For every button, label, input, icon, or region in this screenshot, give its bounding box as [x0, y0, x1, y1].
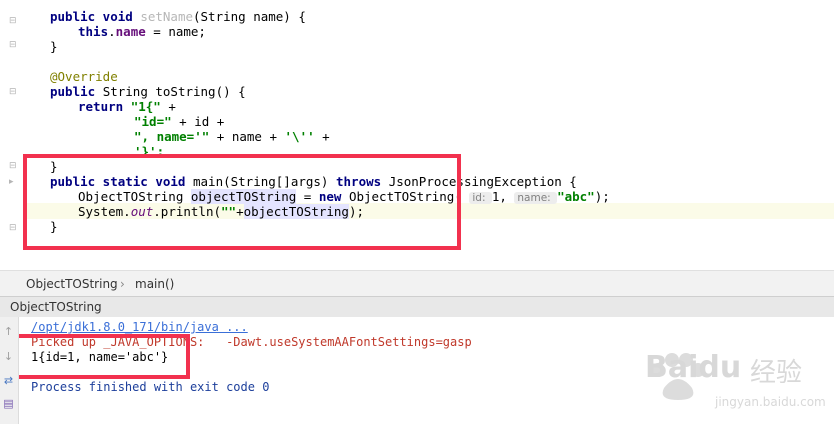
code-editor[interactable]: ⊟ ⊟ ⊟ ⊟ ▸ ⊟ public void setName(String n…: [0, 0, 834, 270]
console-exit-message: Process finished with exit code 0: [31, 380, 270, 394]
keyword: this: [78, 24, 109, 39]
code-text: .: [108, 24, 116, 39]
code-text: (String name) {: [193, 9, 306, 24]
highlight-box: [23, 154, 461, 250]
fold-marker[interactable]: ⊟: [9, 162, 17, 171]
string-literal: '\'': [284, 129, 315, 144]
breadcrumb: ObjectTOString › main(): [0, 270, 834, 297]
code-text: 1,: [491, 189, 515, 204]
code-text: );: [594, 189, 610, 204]
console-toolbar: ↑ ↓ ⇄ ▤: [0, 317, 19, 424]
keyword: return: [78, 99, 131, 114]
run-gutter-icon[interactable]: ▸: [9, 178, 17, 187]
keyword: public: [50, 84, 103, 99]
string-literal: "id=": [134, 114, 172, 129]
code-text: + name +: [209, 129, 285, 144]
fold-marker[interactable]: ⊟: [9, 41, 17, 50]
console-command[interactable]: /opt/jdk1.8.0_171/bin/java ...: [31, 320, 248, 335]
annotation: @Override: [50, 69, 118, 84]
run-tool-window-header: ObjectTOString: [0, 296, 834, 318]
baidu-jingyan-watermark: Baidu 经验 jingyan.baidu.com: [640, 340, 826, 420]
breadcrumb-method[interactable]: main(): [135, 277, 174, 291]
code-line: return "1{" +: [78, 99, 176, 114]
run-tab[interactable]: ObjectTOString: [10, 300, 102, 314]
code-text: = name;: [145, 24, 206, 39]
string-literal: "abc": [557, 189, 595, 204]
string-literal: ", name='": [134, 129, 210, 144]
fold-marker[interactable]: ⊟: [9, 224, 17, 233]
field-name: name: [115, 24, 146, 39]
editor-gutter: ⊟ ⊟ ⊟ ⊟ ▸ ⊟: [0, 0, 24, 270]
fold-marker[interactable]: ⊟: [9, 88, 17, 97]
code-line: "id=" + id +: [134, 114, 224, 129]
fold-marker[interactable]: ⊟: [9, 17, 17, 26]
code-line: }: [50, 39, 58, 54]
code-text: +: [160, 99, 176, 114]
code-text: + id +: [171, 114, 225, 129]
print-icon[interactable]: ▤: [2, 397, 15, 410]
code-text: String toString() {: [102, 84, 246, 99]
keyword: public void: [50, 9, 141, 24]
method-name: setName: [140, 9, 193, 24]
arrow-up-icon[interactable]: ↑: [2, 325, 15, 338]
arrow-down-icon[interactable]: ↓: [2, 350, 15, 363]
code-text: +: [314, 129, 330, 144]
code-line: ", name='" + name + '\'' +: [134, 129, 330, 144]
parameter-hint: name:: [514, 192, 558, 204]
string-literal: "1{": [130, 99, 161, 114]
watermark-url: jingyan.baidu.com: [715, 395, 826, 409]
code-line: this.name = name;: [78, 24, 206, 39]
code-line: public void setName(String name) {: [50, 9, 306, 24]
breadcrumb-class[interactable]: ObjectTOString: [26, 277, 118, 291]
watermark-brand: Baidu: [645, 350, 742, 385]
code-line: public String toString() {: [50, 84, 246, 99]
parameter-hint: id:: [469, 192, 492, 204]
breadcrumb-separator: ›: [120, 277, 125, 291]
watermark-cn: 经验: [750, 358, 803, 388]
highlight-box: [12, 334, 190, 379]
soft-wrap-icon[interactable]: ⇄: [2, 374, 15, 387]
